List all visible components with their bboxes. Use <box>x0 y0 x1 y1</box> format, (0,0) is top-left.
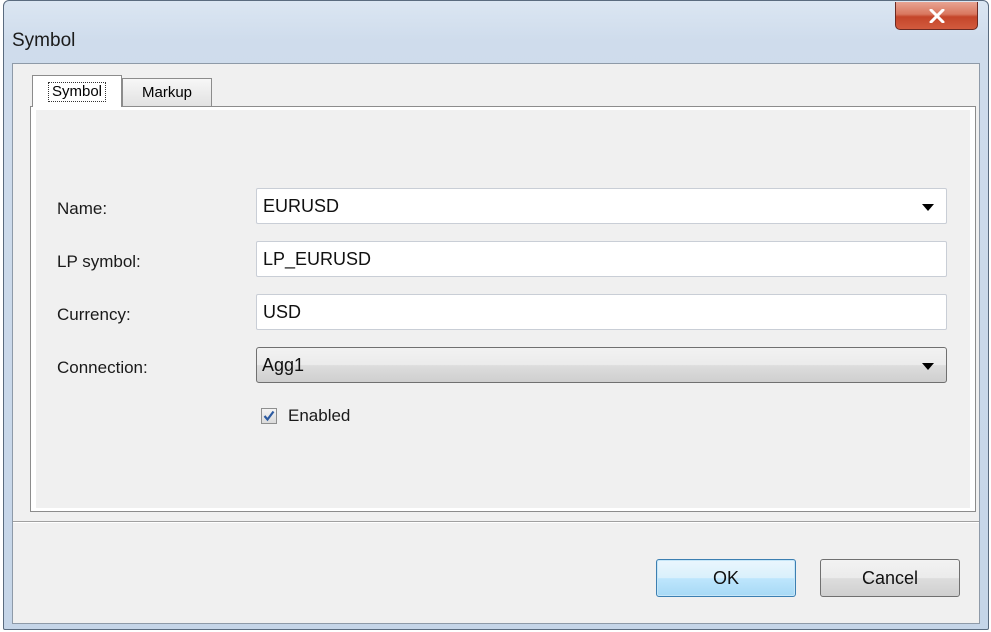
ok-button[interactable]: OK <box>656 559 796 597</box>
connection-label: Connection: <box>57 358 148 377</box>
tab-panel-symbol: Name: EURUSD LP symbol: LP_EURUSD Curren… <box>30 106 976 512</box>
name-combobox[interactable]: EURUSD <box>256 188 947 224</box>
separator-line <box>13 521 979 523</box>
chevron-down-icon[interactable] <box>922 204 934 211</box>
checkmark-icon <box>263 410 275 422</box>
enabled-label: Enabled <box>288 406 351 425</box>
chevron-down-icon <box>922 363 934 370</box>
enabled-checkbox[interactable] <box>261 408 277 424</box>
currency-label: Currency: <box>57 305 131 324</box>
lp-symbol-input[interactable]: LP_EURUSD <box>256 241 947 277</box>
dialog-window: Symbol Symbol Markup Name: EURUSD LP sym… <box>3 0 989 630</box>
close-button[interactable] <box>895 2 978 30</box>
name-label: Name: <box>57 199 108 218</box>
tab-markup[interactable]: Markup <box>122 78 212 106</box>
connection-value: Agg1 <box>262 354 305 375</box>
tab-symbol[interactable]: Symbol <box>32 75 122 107</box>
cancel-button[interactable]: Cancel <box>820 559 960 597</box>
name-value: EURUSD <box>263 195 340 216</box>
tab-panel-content: Name: EURUSD LP symbol: LP_EURUSD Curren… <box>36 110 970 508</box>
lp-symbol-label: LP symbol: <box>57 252 141 271</box>
connection-dropdown[interactable]: Agg1 <box>256 347 947 383</box>
dialog-client-area: Symbol Markup Name: EURUSD LP symbol: LP… <box>12 63 980 624</box>
window-title: Symbol <box>12 30 76 51</box>
close-icon <box>929 8 944 23</box>
tab-markup-label: Markup <box>141 84 193 101</box>
currency-input[interactable]: USD <box>256 294 947 330</box>
lp-symbol-value: LP_EURUSD <box>263 248 372 269</box>
currency-value: USD <box>263 301 302 322</box>
tab-symbol-label: Symbol <box>47 81 107 102</box>
